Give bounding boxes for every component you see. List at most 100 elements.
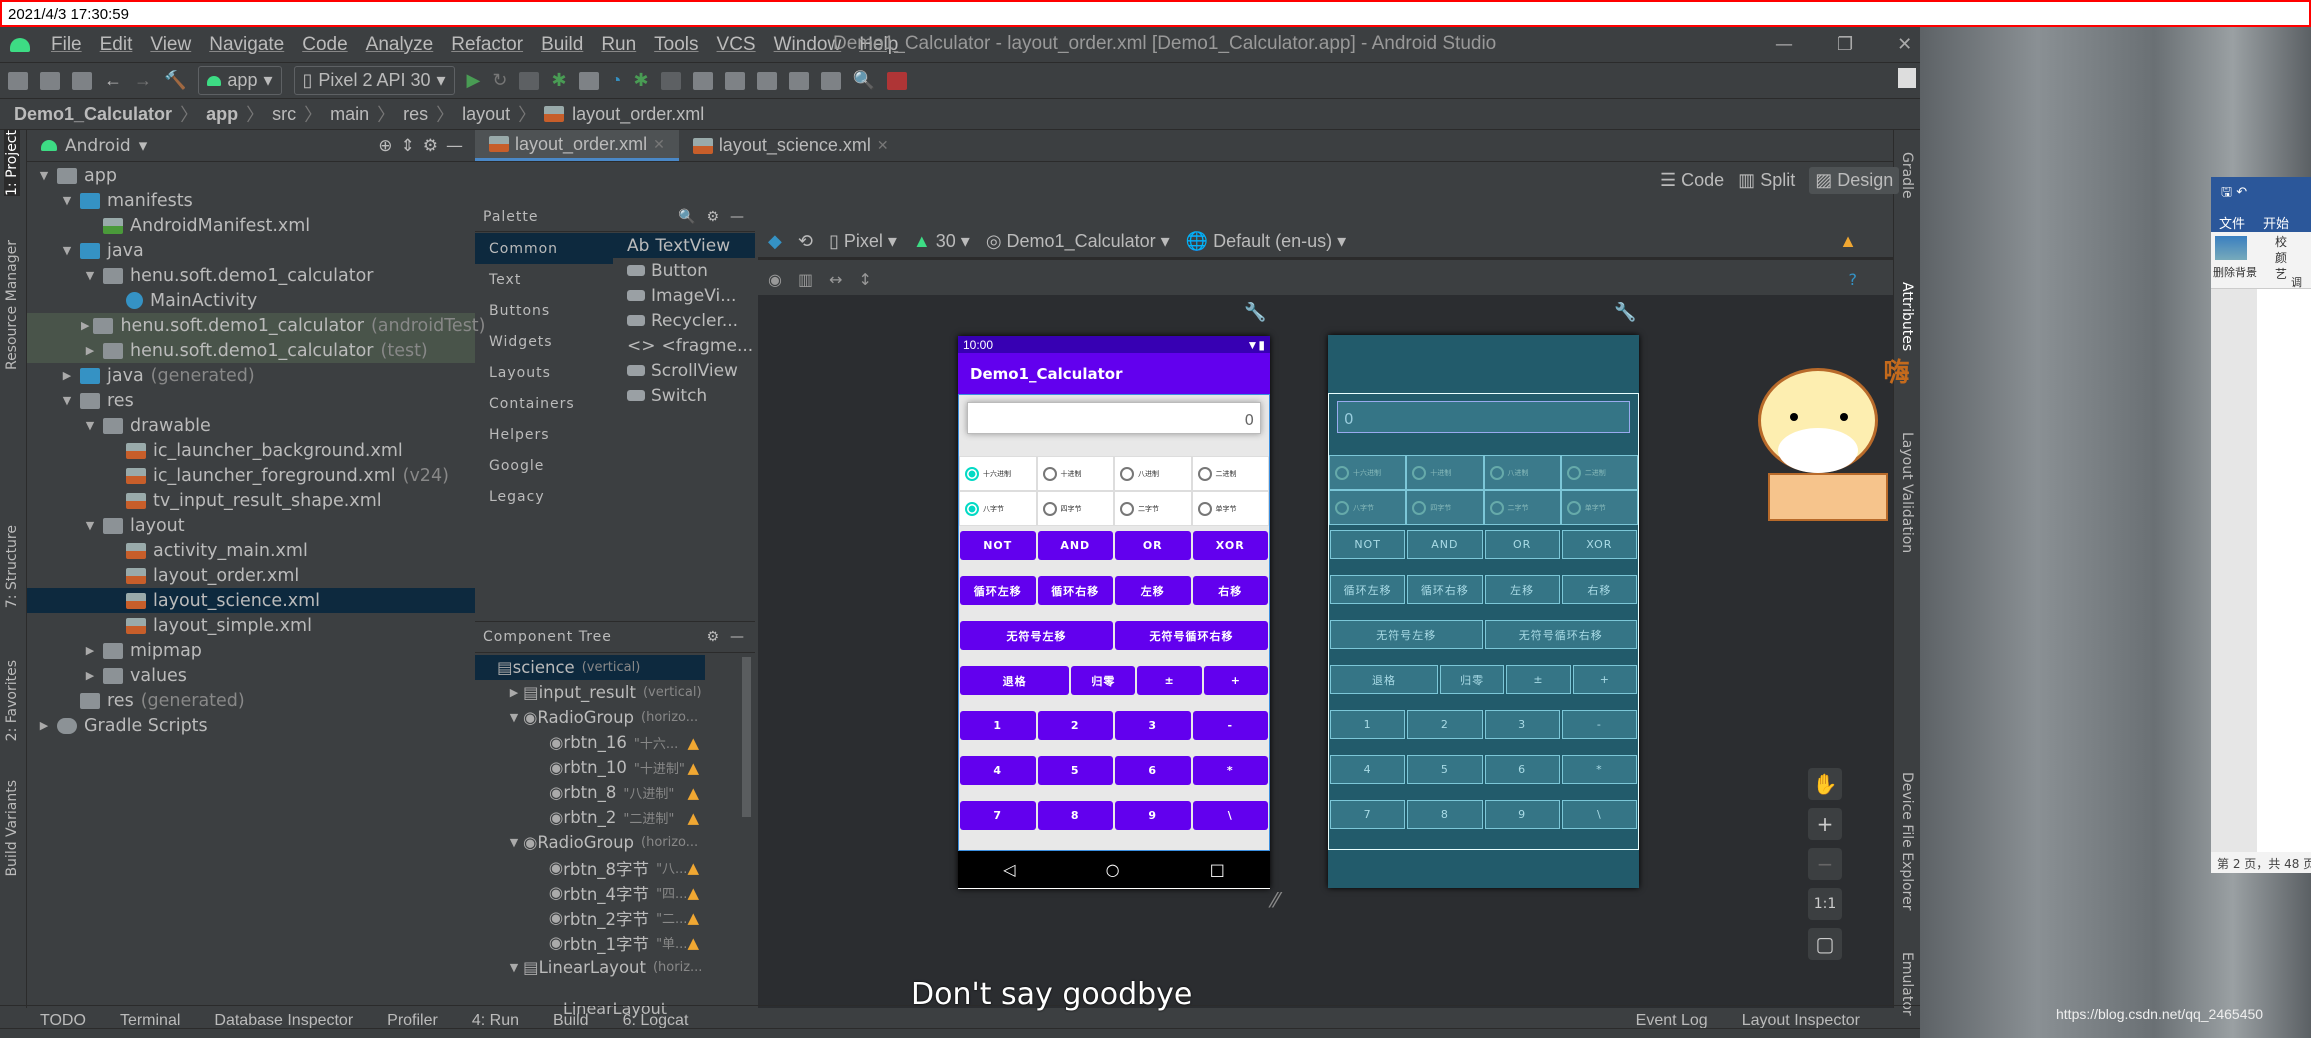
close-tab-icon[interactable]: ✕ <box>877 137 889 154</box>
calc-button[interactable]: 2 <box>1037 711 1113 740</box>
radio-button[interactable]: 十六进制 <box>959 456 1037 491</box>
home-nav-icon[interactable]: ○ <box>1106 860 1120 879</box>
tool-window-build-variants[interactable]: Build Variants <box>4 780 20 877</box>
tree-item[interactable]: layout_science.xml <box>27 588 475 613</box>
calc-button[interactable]: * <box>1192 756 1268 785</box>
palette-item[interactable]: ScrollView <box>613 358 755 383</box>
view-options-icon[interactable]: ◉ <box>768 270 782 289</box>
zoom-out-button[interactable]: − <box>1808 848 1842 880</box>
warning-icon[interactable]: ▲ <box>687 909 699 927</box>
sync-icon[interactable] <box>72 71 92 90</box>
tree-item[interactable]: res (generated) <box>27 688 475 713</box>
warning-icon[interactable]: ▲ <box>687 759 699 777</box>
recents-nav-icon[interactable]: □ <box>1579 859 1594 878</box>
tree-item[interactable]: ▶ values <box>27 663 475 688</box>
calc-button[interactable]: ± <box>1137 666 1202 695</box>
expanded-arrow-icon[interactable]: ▼ <box>505 961 523 974</box>
component-tree-item[interactable]: ▶ ▤ input_result (vertical) <box>475 680 705 705</box>
recents-nav-icon[interactable]: □ <box>1210 860 1225 879</box>
calc-button[interactable]: 左移 <box>1115 576 1191 605</box>
tree-item[interactable]: AndroidManifest.xml <box>27 213 475 238</box>
expanded-arrow-icon[interactable]: ▼ <box>35 169 53 182</box>
device-select[interactable]: ▯ Pixel 2 API 30 ▾ <box>293 66 455 95</box>
calc-button[interactable]: NOT <box>960 531 1036 560</box>
radio-button[interactable]: 四字节 <box>1036 491 1114 526</box>
attach-debugger-icon[interactable] <box>578 71 599 90</box>
zoom-in-button[interactable]: + <box>1808 808 1842 840</box>
tool-event-log[interactable]: Event Log <box>1636 1012 1708 1030</box>
blueprint-preview[interactable]: 10:00 ▼▮ Demo1_Calculator 0 十六进制 十进制 八进制 二进制八字节… <box>1328 335 1639 888</box>
blueprint-radio-button[interactable]: 二字节 <box>1483 490 1561 525</box>
tree-item[interactable]: ▶ henu.soft.demo1_calculator (test) <box>27 338 475 363</box>
tool-window-resource-manager[interactable]: Resource Manager <box>4 240 20 370</box>
device-mirror-icon[interactable] <box>886 71 907 90</box>
debug-icon[interactable]: ✱ <box>551 70 566 91</box>
blueprint-radio-button[interactable]: 十进制 <box>1406 455 1484 490</box>
component-tree-item[interactable]: ◉ rbtn_10 "十进制" ▲ <box>475 755 705 780</box>
tree-item[interactable]: ▼ layout <box>27 513 475 538</box>
blueprint-calc-button[interactable]: 循环右移 <box>1407 575 1483 604</box>
tool-profiler[interactable]: Profiler <box>387 1012 438 1030</box>
calc-button[interactable]: 归零 <box>1071 666 1136 695</box>
tool-database-inspector[interactable]: Database Inspector <box>214 1012 353 1030</box>
word-page-area[interactable] <box>2211 289 2311 852</box>
expanded-arrow-icon[interactable]: ▼ <box>505 711 523 724</box>
blueprint-calc-button[interactable]: NOT <box>1330 530 1406 559</box>
calc-button[interactable]: 9 <box>1115 801 1191 830</box>
tree-item[interactable]: layout_order.xml <box>27 563 475 588</box>
blueprint-calc-button[interactable]: 6 <box>1484 755 1560 784</box>
tool-window-gradle[interactable]: Gradle <box>1899 152 1915 199</box>
calc-button[interactable]: 3 <box>1115 711 1191 740</box>
design-mode-button[interactable]: ▨ Design <box>1809 167 1900 194</box>
chevron-down-icon[interactable]: ▾ <box>139 136 148 156</box>
breadcrumb-item[interactable]: main <box>330 104 369 125</box>
tree-item[interactable]: ▼ java <box>27 238 475 263</box>
palette-category[interactable]: Text <box>475 264 613 295</box>
blueprint-calc-button[interactable]: - <box>1561 710 1637 739</box>
warning-icon[interactable]: ▲ <box>687 984 699 986</box>
calc-button[interactable]: 无符号循环右移 <box>1115 621 1268 650</box>
blueprint-calc-button[interactable]: 9 <box>1484 800 1560 829</box>
component-tree-item[interactable]: ▤ science (vertical) <box>475 655 705 680</box>
component-tree-item[interactable]: ◉ rbtn_4字节 "四... ▲ <box>475 880 705 905</box>
palette-category[interactable]: Helpers <box>475 419 613 450</box>
component-tree-item[interactable]: ▼ ◉ RadioGroup (horizo... <box>475 830 705 855</box>
blueprint-calc-button[interactable]: ± <box>1506 665 1571 694</box>
palette-category[interactable]: Common <box>475 233 613 264</box>
calc-button[interactable]: XOR <box>1192 531 1268 560</box>
palette-category[interactable]: Widgets <box>475 326 613 357</box>
orientation-icon[interactable]: ⟲ <box>798 231 813 252</box>
expanded-arrow-icon[interactable]: ▼ <box>58 194 76 207</box>
build-hammer-icon[interactable]: 🔨 <box>164 70 186 91</box>
gear-icon[interactable]: ⚙ <box>706 209 720 225</box>
calc-button[interactable]: \ <box>1192 801 1268 830</box>
tool-6-logcat[interactable]: 6: Logcat <box>623 1012 689 1030</box>
sdk-manager-icon[interactable] <box>756 71 777 90</box>
profile-icon[interactable]: ◔ <box>611 70 622 91</box>
collapsed-arrow-icon[interactable]: ▶ <box>81 644 99 657</box>
minimize-button[interactable]: — <box>1775 34 1793 55</box>
breadcrumb-item[interactable]: layout <box>462 104 510 125</box>
collapsed-arrow-icon[interactable]: ▶ <box>81 344 99 357</box>
expanded-arrow-icon[interactable]: ▼ <box>81 269 99 282</box>
tree-item[interactable]: ▼ henu.soft.demo1_calculator <box>27 263 475 288</box>
close-tab-icon[interactable]: ✕ <box>653 136 665 153</box>
tree-item[interactable]: ▼ res <box>27 388 475 413</box>
wrench-icon[interactable]: 🔧 <box>1614 302 1636 323</box>
blueprint-input-result[interactable]: 0 <box>1337 401 1630 433</box>
expanded-arrow-icon[interactable]: ▼ <box>58 244 76 257</box>
palette-category[interactable]: Containers <box>475 388 613 419</box>
blueprint-calc-button[interactable]: 2 <box>1407 710 1483 739</box>
tree-item[interactable]: activity_main.xml <box>27 538 475 563</box>
calc-button[interactable]: 循环左移 <box>960 576 1036 605</box>
pan-button[interactable]: ✋ <box>1808 768 1842 800</box>
word-ribbon-item[interactable]: 艺 <box>2275 266 2287 282</box>
tool-window-7-structure[interactable]: 7: Structure <box>4 525 20 608</box>
radio-button[interactable]: 十进制 <box>1036 456 1114 491</box>
tree-item[interactable]: ▶ Gradle Scripts <box>27 713 475 738</box>
calc-button[interactable]: 4 <box>960 756 1036 785</box>
blueprint-toggle-icon[interactable]: ▥ <box>798 270 813 289</box>
tree-item[interactable]: ▼ manifests <box>27 188 475 213</box>
device-select[interactable]: ▯ Pixel ▾ <box>829 231 897 252</box>
component-tree-item[interactable]: ◉ rbtn_1字节 "单... ▲ <box>475 930 705 955</box>
